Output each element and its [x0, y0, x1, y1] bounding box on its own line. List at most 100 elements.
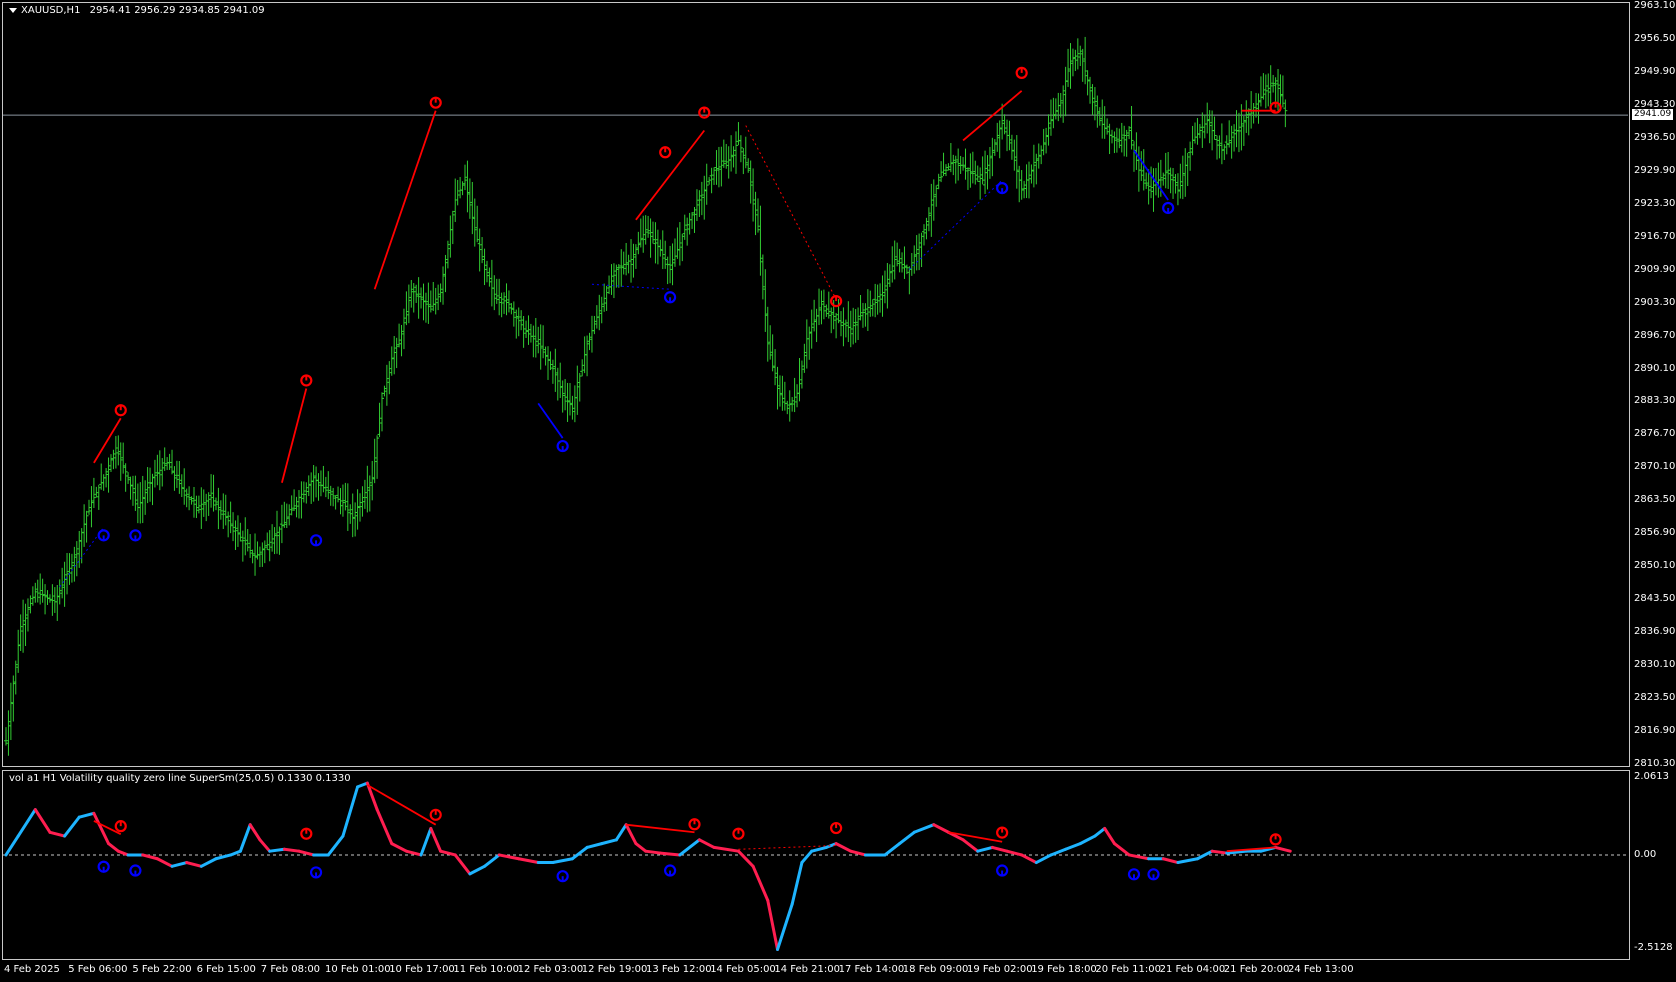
ohlc-bar: [753, 191, 758, 236]
ohlc-bar: [1053, 98, 1058, 120]
ohlc-bar: [87, 499, 92, 515]
ohlc-bar: [658, 239, 663, 257]
ohlc-bar: [1141, 149, 1146, 191]
ohlc-bar: [372, 438, 377, 484]
indicator-line-segment: [326, 834, 345, 857]
indicator-line-segment: [141, 853, 159, 861]
ohlc-bar: [546, 346, 551, 380]
ohlc-bar: [1271, 74, 1276, 93]
ohlc-bar: [272, 527, 277, 555]
ohlc-bar: [1205, 102, 1210, 134]
ohlc-bar: [472, 198, 477, 247]
ohlc-bar: [541, 325, 546, 359]
ohlc-bar: [926, 207, 931, 232]
ohlc-bar: [914, 235, 919, 271]
time-axis-label: 19 Feb 18:00: [1031, 964, 1097, 975]
ohlc-bar: [973, 160, 978, 185]
ohlc-bar: [389, 346, 394, 376]
ohlc-bar: [589, 315, 594, 353]
ohlc-bar: [738, 135, 743, 163]
ohlc-bar: [1197, 124, 1202, 139]
ohlc-bar: [316, 473, 321, 501]
indicator-line-segment: [185, 861, 203, 868]
price-axis-label: 2903.30: [1634, 296, 1676, 308]
indicator-line-segment: [229, 849, 242, 857]
ohlc-bar: [18, 614, 23, 651]
ohlc-bar: [641, 215, 646, 253]
ohlc-bar: [902, 246, 907, 279]
ohlc-bar: [23, 603, 28, 647]
ohlc-bar: [216, 487, 221, 530]
ohlc-bar: [509, 303, 514, 315]
ohlc-bar: [1151, 168, 1156, 212]
ohlc-bar: [758, 205, 763, 276]
ohlc-bar: [47, 594, 52, 603]
ohlc-bar: [787, 390, 792, 422]
time-axis-label: 18 Feb 09:00: [902, 964, 969, 975]
ohlc-bar: [651, 221, 655, 244]
ohlc-bar: [1058, 92, 1063, 118]
ohlc-bar: [294, 496, 299, 518]
ohlc-bar: [99, 463, 104, 490]
ohlc-bar: [284, 503, 289, 529]
ohlc-bar: [699, 181, 704, 216]
indicator-line-segment: [1078, 834, 1097, 846]
ohlc-bar: [702, 175, 707, 220]
ohlc-bar: [1124, 129, 1129, 157]
ohlc-bar: [118, 442, 123, 481]
ohlc-bar: [179, 474, 184, 497]
ohlc-bar: [287, 504, 292, 526]
blue-divergence-line: [537, 402, 564, 439]
ohlc-bar: [1136, 146, 1141, 192]
ohlc-bar: [128, 476, 133, 500]
ohlc-bar: [279, 504, 284, 544]
price-axis-label: 2856.90: [1634, 527, 1676, 539]
ohlc-bar: [1180, 155, 1185, 200]
ohlc-bar: [1066, 48, 1071, 87]
indicator-line-segment: [1274, 845, 1292, 853]
ohlc-bar: [707, 177, 712, 185]
time-axis-label: 20 Feb 11:00: [1095, 964, 1161, 975]
ohlc-bar: [6, 710, 11, 756]
ohlc-bar: [331, 487, 336, 507]
ohlc-bar: [62, 561, 67, 607]
ohlc-bar: [1007, 120, 1012, 151]
ohlc-bar: [431, 281, 436, 312]
price-axis-label: 2870.10: [1634, 461, 1676, 473]
ohlc-bar: [1190, 125, 1195, 156]
ohlc-bar: [983, 150, 988, 194]
ohlc-bar: [79, 528, 84, 564]
ohlc-bar: [377, 402, 382, 438]
ohlc-bar: [1222, 144, 1227, 160]
ohlc-bar: [1056, 92, 1061, 122]
indicator-line-segment: [751, 864, 770, 902]
ohlc-bar: [846, 301, 851, 343]
indicator-buy-marker: [1147, 868, 1160, 881]
buy-signal-marker: [996, 182, 1009, 195]
ohlc-bar: [963, 148, 968, 180]
ohlc-bar: [1080, 48, 1085, 82]
ohlc-bar: [57, 579, 62, 605]
ohlc-bar: [502, 292, 507, 314]
ohlc-bar: [1029, 164, 1034, 184]
ohlc-bar: [384, 364, 389, 406]
ohlc-bar: [304, 482, 309, 504]
indicator-sell-marker: [830, 821, 843, 835]
indicator-line-segment: [258, 838, 272, 853]
time-axis-label: 14 Feb 21:00: [774, 964, 840, 975]
ohlc-bar: [301, 481, 306, 503]
indicator-line-segment: [736, 849, 755, 868]
ohlc-bar: [213, 497, 218, 511]
time-axis-label: 21 Feb 04:00: [1159, 964, 1226, 975]
indicator-sell-marker: [114, 820, 127, 833]
ohlc-bar: [797, 358, 802, 402]
ohlc-bar: [1166, 152, 1171, 189]
ohlc-bar: [1244, 100, 1249, 133]
ohlc-bar: [348, 504, 353, 524]
ohlc-bar: [35, 579, 40, 603]
ohlc-bar: [731, 146, 736, 168]
ohlc-bar: [135, 483, 140, 524]
ohlc-bar: [314, 466, 319, 498]
ohlc-bar: [865, 289, 870, 331]
sell-signal-marker: [429, 96, 442, 109]
